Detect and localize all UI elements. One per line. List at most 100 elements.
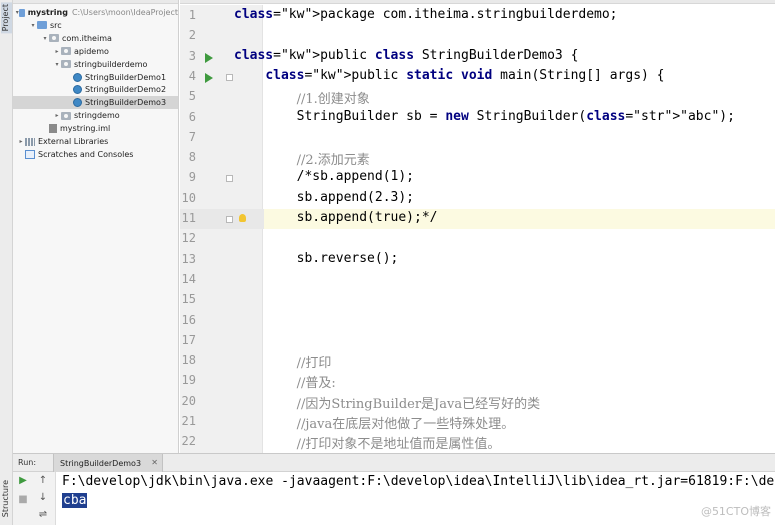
close-icon[interactable]: ✕ [151,458,158,467]
folder-icon [37,21,47,30]
tree-item[interactable]: ▸ stringdemo [13,109,178,122]
tree-item-label: com.itheima [62,33,112,43]
tree-item[interactable]: ▾ com.itheima [13,32,178,45]
project-tool-tab[interactable]: Project [1,2,12,34]
tree-item-label: Scratches and Consoles [38,149,134,159]
line-number: 8 [188,150,196,165]
tree-item[interactable]: ▾ src [13,19,178,32]
tree-item-label: src [50,20,62,30]
console-command: F:\develop\jdk\bin\java.exe -javaagent:F… [62,474,775,489]
code-line: sb.append(true);*/ [234,210,438,225]
code-line: //打印对象不是地址值而是属性值。 [296,437,501,453]
line-number: 2 [188,28,196,43]
code-line: //打印 [296,356,332,372]
console-output: cba [62,493,88,508]
code-line: //普及: [296,376,336,392]
left-tool-stripe: Project Structure [0,0,13,525]
tree-item-label: StringBuilderDemo2 [85,85,167,95]
folder-icon [19,8,25,17]
code-line: /*sb.append(1); [234,169,415,185]
code-line: //因为StringBuilder是Java已经写好的类 [296,396,541,412]
chevron-right-icon[interactable]: ▸ [53,112,61,119]
fold-icon[interactable] [226,73,233,81]
class-icon [73,85,82,95]
fold-icon[interactable] [226,216,233,223]
line-number: 1 [188,8,196,22]
project-tree: ▾ mystring C:\Users\moon\IdeaProject ▾ src ▾ c… [13,0,179,453]
tree-item[interactable]: ▸ apidemo [13,45,178,58]
chevron-right-icon[interactable]: ▸ [17,138,25,145]
line-number: 19 [181,373,196,388]
soft-wrap-icon[interactable]: ⇌ [37,509,49,521]
code-line: StringBuilder sb = new StringBuilder(cla… [234,108,735,124]
run-tab-label: StringBuilderDemo3 [60,458,142,468]
scratches-icon [25,149,35,159]
tree-item[interactable]: StringBuilderDemo1 [13,71,178,84]
tree-item-label: apidemo [74,46,109,56]
tree-item[interactable]: Scratches and Consoles [13,148,178,161]
fold-icon[interactable] [226,175,233,183]
class-icon [73,98,82,108]
chevron-down-icon[interactable]: ▾ [53,61,61,68]
tree-item[interactable]: ▾ stringbuilderdemo [13,58,178,71]
tree-item-label: External Libraries [38,137,109,146]
tree-item[interactable]: ▾ mystring C:\Users\moon\IdeaProject [13,6,178,19]
tree-item-label: stringbuilderdemo [74,59,148,69]
project-path: C:\Users\moon\IdeaProject [71,8,178,17]
line-number: 9 [188,170,196,185]
run-label: Run: [18,458,37,467]
rerun-icon[interactable]: ▶ [17,475,29,487]
run-panel-header: Run: StringBuilderDemo3 ✕ [13,453,775,472]
line-number: 17 [181,332,196,347]
code-line: //1.创建对象 [296,92,370,108]
class-icon [73,72,82,82]
run-tab[interactable]: StringBuilderDemo3 ✕ [53,454,163,472]
stop-icon[interactable]: ■ [17,494,29,506]
code-line: //java在底层对他做了一些特殊处理。 [296,417,515,432]
line-number: 6 [188,109,196,124]
package-icon [61,47,71,56]
package-icon [61,111,71,120]
run-gutter-icon[interactable] [205,72,213,83]
line-number: 7 [188,129,196,144]
line-number: 18 [181,353,196,368]
tree-item-label: stringdemo [74,111,120,121]
code-line: class="kw">public class StringBuilderDem… [234,47,579,63]
run-console[interactable]: F:\develop\jdk\bin\java.exe -javaagent:F… [56,472,775,525]
package-icon [61,60,71,69]
line-number: 5 [188,89,196,104]
code-line: //2.添加元素 [296,153,370,169]
chevron-down-icon[interactable]: ▾ [29,22,37,29]
tree-item[interactable]: ▸ External Libraries [13,135,178,148]
structure-tool-tab[interactable]: Structure [1,480,10,517]
line-number: 4 [188,68,196,83]
scroll-up-icon[interactable]: ↑ [37,475,49,487]
tree-item[interactable]: StringBuilderDemo3 [13,96,178,110]
code-line: class="kw">public static void main(Strin… [265,67,665,83]
chevron-right-icon[interactable]: ▸ [53,48,61,55]
line-number: 3 [188,48,196,63]
code-line: sb.reverse(); [234,250,399,266]
editor-tab-strip [180,0,775,4]
chevron-down-icon[interactable]: ▾ [41,35,49,42]
tree-item[interactable]: mystring.iml [13,122,178,135]
line-number: 22 [181,434,196,449]
line-number: 21 [181,414,196,428]
line-number: 13 [181,251,196,266]
line-number: 20 [181,393,196,408]
line-number: 11 [181,211,196,225]
line-number: 16 [181,312,196,327]
project-tree-header [13,0,178,4]
iml-file-icon [49,124,57,134]
library-icon [25,137,35,146]
run-gutter-icon[interactable] [205,52,213,63]
code-line: sb.append(2.3); [234,189,415,205]
tree-item-label: mystring.iml [60,124,111,134]
code-line: class="kw">package com.itheima.stringbui… [234,7,618,22]
line-number: 15 [181,292,196,307]
line-number: 14 [181,271,196,286]
line-number: 10 [181,190,196,205]
watermark: @51CTO博客 [700,505,771,518]
tree-item[interactable]: StringBuilderDemo2 [13,83,178,96]
scroll-down-icon[interactable]: ↓ [37,492,49,504]
